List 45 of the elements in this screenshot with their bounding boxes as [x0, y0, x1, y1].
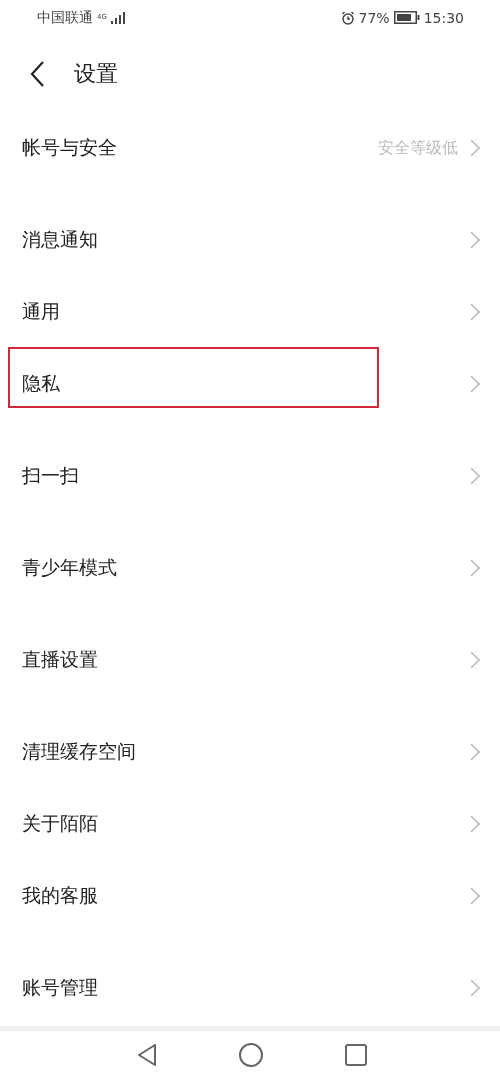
home-icon[interactable]	[239, 1042, 263, 1067]
row-label: 账号管理	[22, 975, 99, 1000]
chevron-icon	[470, 887, 480, 905]
chevron-icon	[470, 815, 480, 833]
settings-row[interactable]: 关于陌陌	[0, 788, 500, 860]
recents-icon[interactable]	[345, 1043, 367, 1066]
chevron-icon	[470, 231, 480, 249]
row-value: 安全等级低	[378, 137, 458, 159]
settings-row[interactable]: 帐号与安全 安全等级低	[0, 112, 500, 184]
battery-icon	[393, 11, 420, 24]
settings-row[interactable]: 我的客服	[0, 860, 500, 932]
row-label: 隐私	[22, 371, 61, 396]
settings-row[interactable]: 账号管理	[0, 952, 500, 1024]
row-label: 通用	[22, 299, 61, 324]
settings-row[interactable]: 直播设置	[0, 624, 500, 696]
back-nav-icon[interactable]	[137, 1042, 157, 1067]
chevron-icon	[470, 559, 480, 577]
chevron-icon	[470, 303, 480, 321]
clock-time: 15:30	[423, 9, 464, 26]
row-label: 清理缓存空间	[22, 739, 137, 764]
carrier-name: 中国联通	[37, 8, 93, 27]
settings-row[interactable]: 消息通知	[0, 204, 500, 276]
settings-row[interactable]: 通用	[0, 276, 500, 348]
settings-row[interactable]: 隐私	[0, 348, 500, 420]
chevron-icon	[470, 467, 480, 485]
chevron-icon	[470, 979, 480, 997]
row-label: 帐号与安全	[22, 135, 118, 160]
chevron-icon	[470, 375, 480, 393]
settings-row[interactable]: 清理缓存空间	[0, 716, 500, 788]
chevron-icon	[470, 651, 480, 669]
row-label: 扫一扫	[22, 463, 80, 488]
row-label: 关于陌陌	[22, 811, 99, 836]
settings-row[interactable]: 青少年模式	[0, 532, 500, 604]
settings-row[interactable]: 扫一扫	[0, 440, 500, 512]
row-label: 直播设置	[22, 647, 99, 672]
row-label: 青少年模式	[22, 555, 118, 580]
row-label: 消息通知	[22, 227, 99, 252]
signal-icon	[110, 11, 125, 24]
alarm-icon	[340, 10, 355, 25]
battery-percent: 77%	[358, 9, 390, 26]
chevron-icon	[470, 743, 480, 761]
page-title: 设置	[74, 59, 118, 88]
row-label: 我的客服	[22, 883, 99, 908]
chevron-icon	[470, 139, 480, 157]
back-icon[interactable]	[29, 59, 45, 88]
